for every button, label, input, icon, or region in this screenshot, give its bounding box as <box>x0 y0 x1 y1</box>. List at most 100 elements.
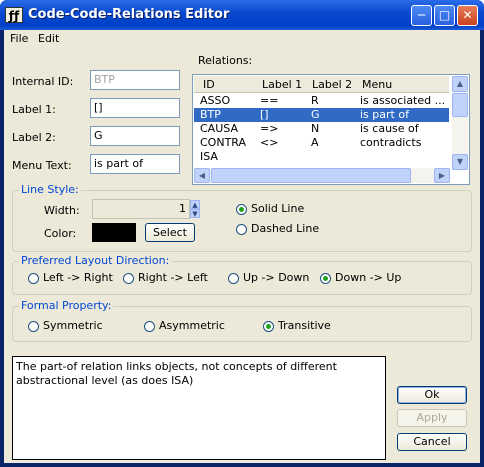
description-textarea[interactable]: The part-of relation links objects, not … <box>12 356 386 460</box>
cell-id: ISA <box>200 150 218 163</box>
dialog-window: ƒƒ Code-Code-Relations Editor ─ □ ✕ File… <box>0 0 484 467</box>
column-header-id[interactable]: ID <box>203 78 215 91</box>
asymmetric-label: Asymmetric <box>159 319 225 332</box>
table-row[interactable]: CONTRA <> A contradicts <box>194 136 449 150</box>
formal-property-title: Formal Property: <box>19 299 114 312</box>
color-swatch <box>92 223 136 242</box>
line-style-title: Line Style: <box>19 183 81 196</box>
scroll-left-icon[interactable]: ◀ <box>194 168 210 183</box>
table-row-selected[interactable]: BTP [] G is part of <box>194 108 449 122</box>
title-bar[interactable]: ƒƒ Code-Code-Relations Editor ─ □ ✕ <box>0 0 484 30</box>
dashed-line-radio[interactable]: Dashed Line <box>236 222 319 238</box>
cell-label1: == <box>260 94 279 107</box>
table-row[interactable]: ISA <box>194 150 449 164</box>
vertical-scroll-thumb[interactable] <box>452 93 468 117</box>
minimize-icon: ─ <box>417 8 426 22</box>
color-label: Color: <box>44 227 77 240</box>
cell-label2: A <box>311 136 319 149</box>
relations-table[interactable]: ID Label 1 Label 2 Menu ASSO == R is ass… <box>192 74 470 185</box>
cell-label1: [] <box>260 108 269 121</box>
asymmetric-radio[interactable]: Asymmetric <box>144 319 225 335</box>
layout-direction-title: Preferred Layout Direction: <box>19 254 172 267</box>
close-icon: ✕ <box>462 8 473 22</box>
width-label: Width: <box>44 204 80 217</box>
up-to-down-radio[interactable]: Up -> Down <box>228 271 309 287</box>
down-to-up-radio[interactable]: Down -> Up <box>320 271 401 287</box>
table-row[interactable]: ASSO == R is associated ... <box>194 94 449 108</box>
horizontal-scrollbar[interactable]: ◀ ▶ <box>194 168 450 183</box>
right-to-left-radio[interactable]: Right -> Left <box>123 271 208 287</box>
symmetric-label: Symmetric <box>43 319 103 332</box>
menu-file[interactable]: File <box>10 32 28 45</box>
radio-unchecked-icon <box>228 272 239 284</box>
menu-text-label: Menu Text: <box>12 159 72 172</box>
radio-checked-icon <box>320 272 331 284</box>
radio-unchecked-icon <box>28 272 39 284</box>
cell-id: ASSO <box>200 94 231 107</box>
internal-id-label: Internal ID: <box>12 75 74 88</box>
relations-label: Relations: <box>198 54 253 67</box>
radio-unchecked-icon <box>144 320 155 332</box>
solid-line-label: Solid Line <box>251 202 305 215</box>
menu-bar: File Edit <box>4 30 480 48</box>
menu-text-field[interactable]: is part of <box>90 154 180 174</box>
cell-menu: is associated ... <box>360 94 446 107</box>
label2-label: Label 2: <box>12 131 56 144</box>
minimize-button[interactable]: ─ <box>411 5 432 26</box>
select-color-button[interactable]: Select <box>145 223 195 242</box>
column-header-menu[interactable]: Menu <box>362 78 392 91</box>
ok-button[interactable]: Ok <box>397 386 467 404</box>
label1-label: Label 1: <box>12 103 56 116</box>
radio-unchecked-icon <box>123 272 134 284</box>
transitive-label: Transitive <box>278 319 331 332</box>
cell-menu: is cause of <box>360 122 419 135</box>
table-row[interactable]: CAUSA => N is cause of <box>194 122 449 136</box>
right-to-left-label: Right -> Left <box>138 271 208 284</box>
app-icon: ƒƒ <box>5 7 23 23</box>
symmetric-radio[interactable]: Symmetric <box>28 319 103 335</box>
close-button[interactable]: ✕ <box>457 5 478 26</box>
internal-id-field[interactable]: BTP <box>90 70 180 90</box>
scroll-down-icon[interactable]: ▼ <box>452 154 468 170</box>
cell-menu: is part of <box>360 108 409 121</box>
menu-edit[interactable]: Edit <box>38 32 59 45</box>
width-spinner[interactable]: ▲ ▼ <box>190 200 200 218</box>
scroll-up-icon[interactable]: ▲ <box>452 76 468 92</box>
column-header-label1[interactable]: Label 1 <box>262 78 302 91</box>
line-style-group: Line Style: <box>12 183 472 252</box>
radio-unchecked-icon <box>236 223 247 235</box>
radio-checked-icon <box>236 203 247 215</box>
dialog-body: File Edit Internal ID: BTP Label 1: [] L… <box>4 30 480 463</box>
cell-id: CAUSA <box>200 122 238 135</box>
cell-id: BTP <box>200 108 221 121</box>
radio-checked-icon <box>263 320 274 332</box>
cell-label2: R <box>311 94 319 107</box>
apply-button[interactable]: Apply <box>397 409 467 427</box>
cell-label1: <> <box>260 136 279 149</box>
maximize-icon: □ <box>438 8 451 22</box>
left-to-right-label: Left -> Right <box>43 271 113 284</box>
vertical-scrollbar[interactable]: ▲ ▼ <box>452 76 468 170</box>
spinner-up-icon[interactable]: ▲ <box>190 200 200 209</box>
cell-label1: => <box>260 122 279 135</box>
column-header-label2[interactable]: Label 2 <box>312 78 352 91</box>
label2-field[interactable]: G <box>90 126 180 146</box>
up-to-down-label: Up -> Down <box>243 271 310 284</box>
transitive-radio[interactable]: Transitive <box>263 319 331 335</box>
width-spinner-field[interactable]: 1 <box>92 199 190 219</box>
cell-id: CONTRA <box>200 136 247 149</box>
cancel-button[interactable]: Cancel <box>397 433 467 451</box>
left-to-right-radio[interactable]: Left -> Right <box>28 271 113 287</box>
dashed-line-label: Dashed Line <box>251 222 320 235</box>
down-to-up-label: Down -> Up <box>335 271 402 284</box>
maximize-button[interactable]: □ <box>434 5 455 26</box>
cell-label2: N <box>311 122 320 135</box>
spinner-down-icon[interactable]: ▼ <box>190 209 200 218</box>
label1-field[interactable]: [] <box>90 98 180 118</box>
solid-line-radio[interactable]: Solid Line <box>236 202 304 218</box>
cell-label2: G <box>311 108 320 121</box>
horizontal-scroll-thumb[interactable] <box>211 168 411 183</box>
scroll-right-icon[interactable]: ▶ <box>434 168 450 183</box>
table-header: ID Label 1 Label 2 Menu <box>194 76 449 93</box>
cell-menu: contradicts <box>360 136 422 149</box>
